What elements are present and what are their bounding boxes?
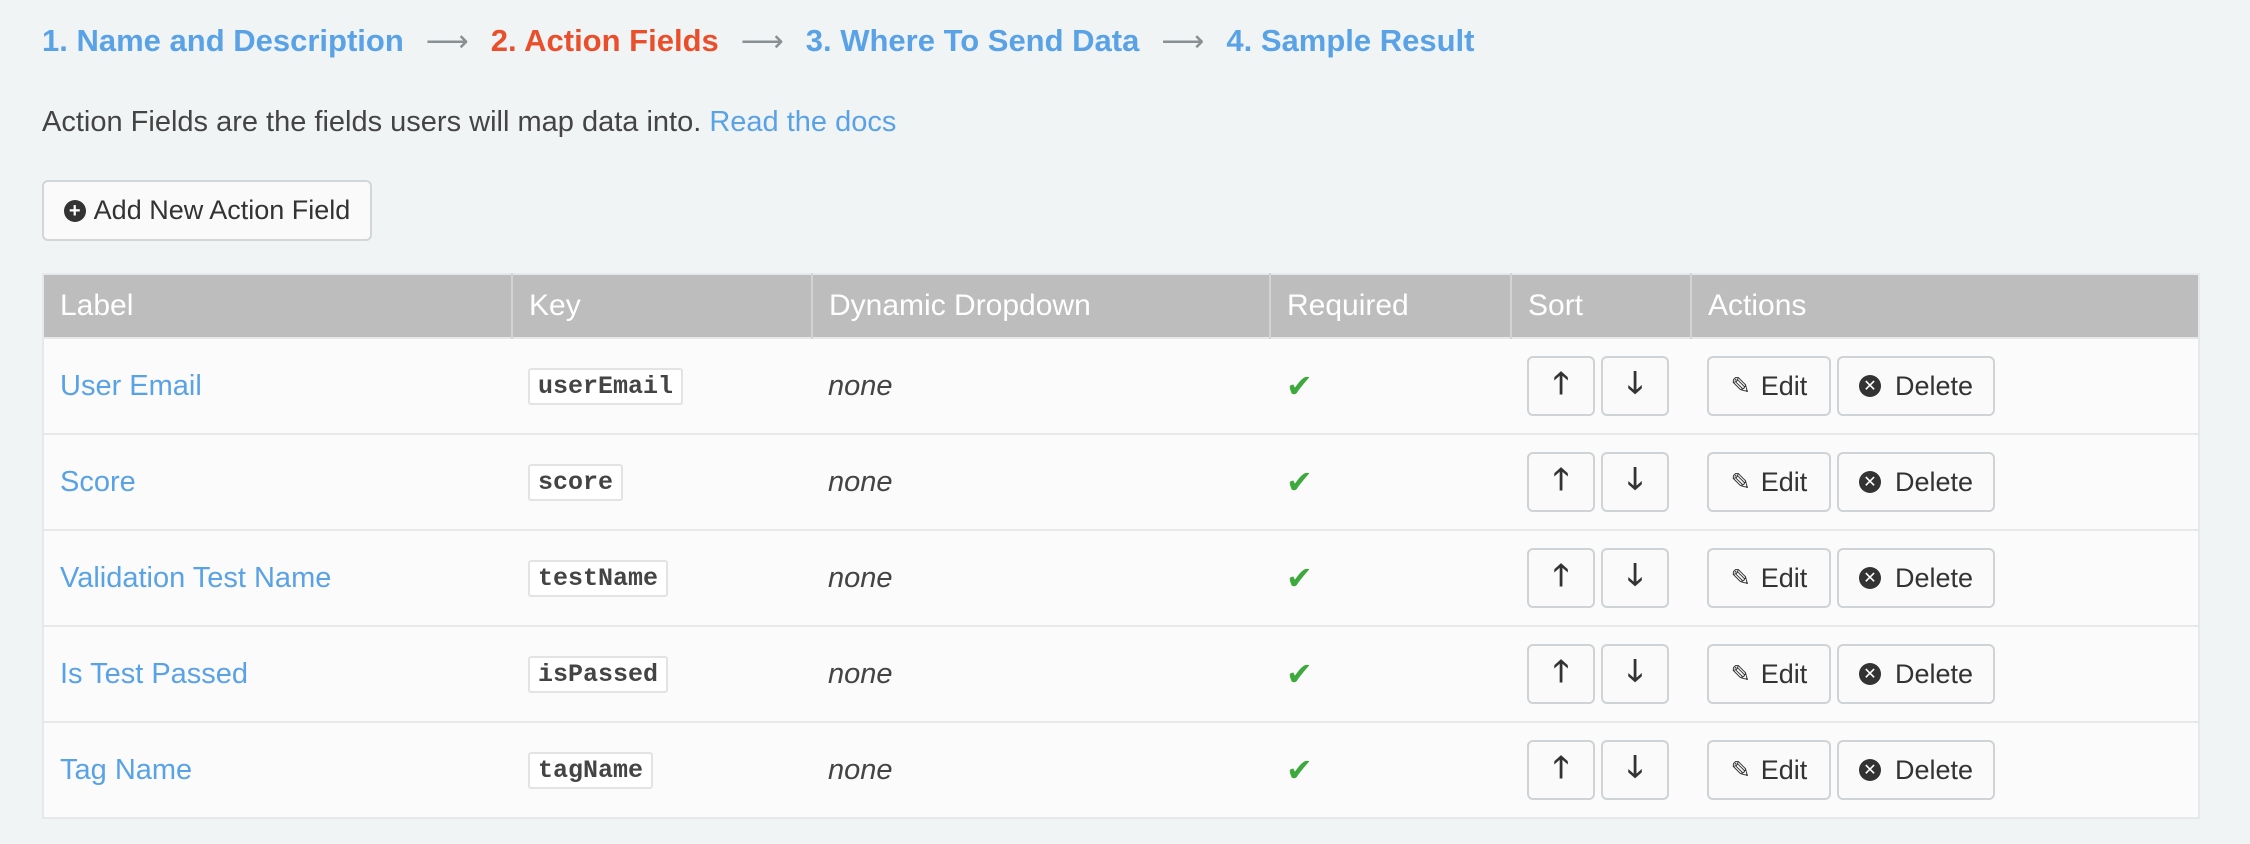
delete-label: Delete <box>1894 562 1974 593</box>
dynamic-dropdown-value: none <box>828 465 893 498</box>
x-circle-icon: ✕ <box>1858 663 1881 685</box>
field-key: testName <box>528 559 669 597</box>
plus-circle-icon: + <box>63 199 86 222</box>
x-circle-icon: ✕ <box>1858 567 1881 589</box>
check-icon: ✔ <box>1286 368 1313 404</box>
move-up-button[interactable]: 🡑 <box>1527 452 1595 512</box>
delete-label: Delete <box>1894 754 1974 785</box>
table-row: Is Test Passed isPassed none ✔ 🡑 🡓 ✎ Edit ✕… <box>43 625 2199 722</box>
field-label-link[interactable]: User Email <box>60 370 202 402</box>
x-circle-icon: ✕ <box>1858 471 1881 493</box>
edit-button[interactable]: ✎ Edit <box>1707 452 1831 512</box>
dynamic-dropdown-value: none <box>828 753 893 786</box>
wizard-steps: 1. Name and Description ⟶ 2. Action Fiel… <box>42 18 1474 64</box>
move-up-button[interactable]: 🡑 <box>1527 548 1595 608</box>
check-icon: ✔ <box>1286 656 1313 692</box>
arrow-down-icon: 🡓 <box>1627 366 1643 400</box>
arrow-right-icon: ⟶ <box>425 24 469 58</box>
delete-button[interactable]: ✕ Delete <box>1837 740 1995 800</box>
move-down-button[interactable]: 🡓 <box>1601 452 1669 512</box>
add-new-action-field-button[interactable]: + Add New Action Field <box>42 180 372 241</box>
header-key: Key <box>512 274 813 338</box>
dynamic-dropdown-value: none <box>828 657 893 690</box>
delete-label: Delete <box>1894 466 1974 497</box>
field-label-link[interactable]: Validation Test Name <box>60 562 331 594</box>
delete-button[interactable]: ✕ Delete <box>1837 548 1995 608</box>
intro-text: Action Fields are the fields users will … <box>42 106 896 139</box>
arrow-down-icon: 🡓 <box>1627 750 1643 784</box>
delete-button[interactable]: ✕ Delete <box>1837 356 1995 416</box>
delete-label: Delete <box>1894 658 1974 689</box>
edit-label: Edit <box>1760 658 1808 689</box>
arrow-down-icon: 🡓 <box>1627 462 1643 496</box>
arrow-up-icon: 🡑 <box>1553 654 1569 688</box>
table-row: Score score none ✔ 🡑 🡓 ✎ Edit ✕ Delete <box>43 433 2199 530</box>
pencil-icon: ✎ <box>1730 756 1751 784</box>
delete-label: Delete <box>1894 370 1974 401</box>
header-sort: Sort <box>1511 274 1692 338</box>
header-dynamic-dropdown: Dynamic Dropdown <box>812 274 1271 338</box>
delete-button[interactable]: ✕ Delete <box>1837 644 1995 704</box>
arrow-right-icon: ⟶ <box>740 24 784 58</box>
move-up-button[interactable]: 🡑 <box>1527 356 1595 416</box>
field-key: score <box>528 463 624 501</box>
edit-label: Edit <box>1760 370 1808 401</box>
arrow-up-icon: 🡑 <box>1553 462 1569 496</box>
header-actions: Actions <box>1691 274 2199 338</box>
move-down-button[interactable]: 🡓 <box>1601 740 1669 800</box>
table-header-row: Label Key Dynamic Dropdown Required Sort… <box>43 274 2199 338</box>
move-up-button[interactable]: 🡑 <box>1527 644 1595 704</box>
edit-label: Edit <box>1760 466 1808 497</box>
field-label-link[interactable]: Is Test Passed <box>60 658 248 690</box>
pencil-icon: ✎ <box>1730 660 1751 688</box>
arrow-down-icon: 🡓 <box>1627 558 1643 592</box>
arrow-right-icon: ⟶ <box>1161 24 1205 58</box>
read-the-docs-link[interactable]: Read the docs <box>709 106 896 138</box>
dynamic-dropdown-value: none <box>828 369 893 402</box>
move-up-button[interactable]: 🡑 <box>1527 740 1595 800</box>
intro-description: Action Fields are the fields users will … <box>42 106 702 138</box>
pencil-icon: ✎ <box>1730 468 1751 496</box>
field-key: isPassed <box>528 655 669 693</box>
step-name-description[interactable]: 1. Name and Description <box>42 23 404 59</box>
field-key: tagName <box>528 751 654 789</box>
step-sample-result[interactable]: 4. Sample Result <box>1226 23 1474 59</box>
edit-button[interactable]: ✎ Edit <box>1707 548 1831 608</box>
check-icon: ✔ <box>1286 560 1313 596</box>
field-label-link[interactable]: Tag Name <box>60 754 192 786</box>
header-label: Label <box>43 274 513 338</box>
x-circle-icon: ✕ <box>1858 375 1881 397</box>
arrow-down-icon: 🡓 <box>1627 654 1643 688</box>
edit-button[interactable]: ✎ Edit <box>1707 644 1831 704</box>
move-down-button[interactable]: 🡓 <box>1601 548 1669 608</box>
pencil-icon: ✎ <box>1730 564 1751 592</box>
check-icon: ✔ <box>1286 464 1313 500</box>
edit-button[interactable]: ✎ Edit <box>1707 356 1831 416</box>
add-button-label: Add New Action Field <box>93 195 351 225</box>
arrow-up-icon: 🡑 <box>1553 558 1569 592</box>
action-fields-table: Label Key Dynamic Dropdown Required Sort… <box>42 273 2200 819</box>
move-down-button[interactable]: 🡓 <box>1601 644 1669 704</box>
step-where-to-send-data[interactable]: 3. Where To Send Data <box>806 23 1140 59</box>
arrow-up-icon: 🡑 <box>1553 750 1569 784</box>
header-required: Required <box>1270 274 1512 338</box>
arrow-up-icon: 🡑 <box>1553 366 1569 400</box>
dynamic-dropdown-value: none <box>828 561 893 594</box>
edit-button[interactable]: ✎ Edit <box>1707 740 1831 800</box>
table-row: User Email userEmail none ✔ 🡑 🡓 ✎ Edit ✕ Del… <box>43 337 2199 434</box>
field-label-link[interactable]: Score <box>60 466 136 498</box>
edit-label: Edit <box>1760 562 1808 593</box>
pencil-icon: ✎ <box>1730 372 1751 400</box>
edit-label: Edit <box>1760 754 1808 785</box>
move-down-button[interactable]: 🡓 <box>1601 356 1669 416</box>
table-row: Tag Name tagName none ✔ 🡑 🡓 ✎ Edit ✕ Delete <box>43 721 2199 818</box>
step-action-fields[interactable]: 2. Action Fields <box>491 23 719 59</box>
delete-button[interactable]: ✕ Delete <box>1837 452 1995 512</box>
field-key: userEmail <box>528 367 684 405</box>
check-icon: ✔ <box>1286 752 1313 788</box>
table-row: Validation Test Name testName none ✔ 🡑 🡓 … <box>43 529 2199 626</box>
x-circle-icon: ✕ <box>1858 759 1881 781</box>
